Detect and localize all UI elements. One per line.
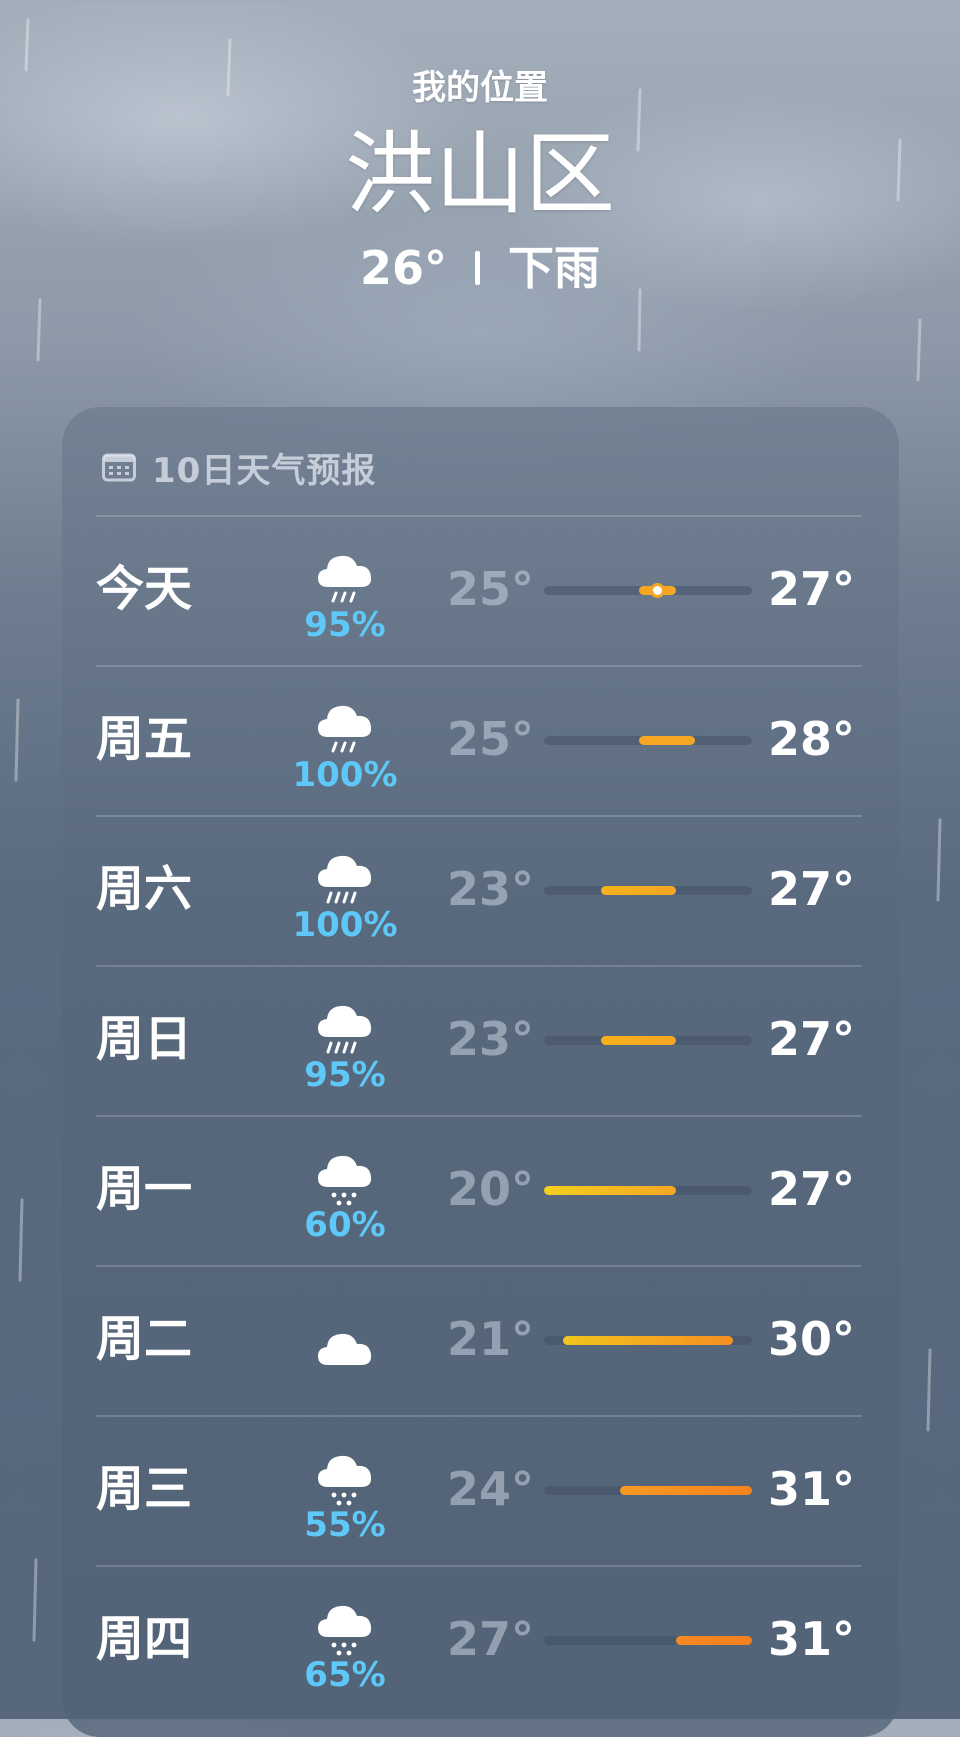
day-label: 周二 bbox=[96, 1311, 193, 1367]
cloud-icon bbox=[314, 1327, 376, 1387]
forecast-header: 10日天气预报 bbox=[102, 437, 376, 497]
temp-range-bar bbox=[544, 736, 752, 745]
row-divider bbox=[96, 515, 862, 517]
low-temp: 23° bbox=[446, 1012, 534, 1066]
temp-range-bar bbox=[544, 1186, 752, 1195]
high-temp: 27° bbox=[768, 1162, 856, 1216]
temp-range-fill bbox=[562, 1336, 734, 1345]
high-temp: 31° bbox=[768, 1612, 856, 1666]
low-temp: 23° bbox=[446, 862, 534, 916]
cloud-rain-icon bbox=[314, 699, 376, 759]
current-temperature: 26° bbox=[359, 241, 447, 295]
cloud-heavy-rain-icon bbox=[314, 849, 376, 909]
row-divider bbox=[96, 1415, 862, 1417]
temp-range-fill bbox=[600, 1036, 677, 1045]
current-temp-dot bbox=[650, 583, 665, 598]
forecast-row[interactable]: 周日 95% 23° 27° bbox=[62, 965, 899, 1115]
temp-range-fill bbox=[676, 1636, 752, 1645]
ten-day-forecast-card[interactable]: 10日天气预报 今天 95% 25° 27° 周五 100% 25° 28° 周六 100% 23°… bbox=[62, 407, 899, 1737]
temp-range-bar bbox=[544, 1636, 752, 1645]
temp-range-bar bbox=[544, 886, 752, 895]
precip-chance: 60% bbox=[304, 1205, 386, 1245]
weather-cell: 100% bbox=[275, 825, 415, 955]
day-label: 周四 bbox=[96, 1611, 193, 1667]
day-label: 周三 bbox=[96, 1461, 193, 1517]
precip-chance: 95% bbox=[304, 1055, 386, 1095]
low-temp: 21° bbox=[446, 1312, 534, 1366]
cloud-rain-icon bbox=[314, 549, 376, 609]
temp-range-bar bbox=[544, 1336, 752, 1345]
row-divider bbox=[96, 1265, 862, 1267]
high-temp: 30° bbox=[768, 1312, 856, 1366]
weather-cell: 65% bbox=[275, 1575, 415, 1705]
precip-chance: 100% bbox=[292, 905, 398, 945]
weather-cell: 95% bbox=[275, 975, 415, 1105]
high-temp: 27° bbox=[768, 862, 856, 916]
weather-cell bbox=[275, 1275, 415, 1405]
low-temp: 25° bbox=[446, 562, 534, 616]
high-temp: 27° bbox=[768, 562, 856, 616]
weather-cell: 60% bbox=[275, 1125, 415, 1255]
separator bbox=[475, 251, 480, 285]
city-name: 洪山区 bbox=[345, 122, 615, 227]
weather-cell: 100% bbox=[275, 675, 415, 805]
row-divider bbox=[96, 1565, 862, 1567]
forecast-title: 10日天气预报 bbox=[152, 450, 377, 491]
row-divider bbox=[96, 665, 862, 667]
forecast-row[interactable]: 周三 55% 24° 31° bbox=[62, 1415, 899, 1565]
day-label: 周一 bbox=[96, 1161, 193, 1217]
row-divider bbox=[96, 1115, 862, 1117]
current-condition: 下雨 bbox=[508, 241, 600, 295]
day-label: 今天 bbox=[96, 561, 193, 617]
high-temp: 28° bbox=[768, 712, 856, 766]
temp-range-bar bbox=[544, 1486, 752, 1495]
precip-chance: 55% bbox=[304, 1505, 386, 1545]
cloud-drizzle-icon bbox=[314, 1449, 376, 1509]
current-conditions: 26° 下雨 bbox=[0, 238, 960, 298]
temp-range-fill bbox=[544, 1186, 677, 1195]
calendar-icon bbox=[102, 452, 136, 482]
temp-range-fill bbox=[638, 736, 696, 745]
row-divider bbox=[96, 965, 862, 967]
low-temp: 27° bbox=[446, 1612, 534, 1666]
forecast-row[interactable]: 周六 100% 23° 27° bbox=[62, 815, 899, 965]
precip-chance: 95% bbox=[304, 605, 386, 645]
high-temp: 27° bbox=[768, 1012, 856, 1066]
forecast-row[interactable]: 周二 21° 30° bbox=[62, 1265, 899, 1415]
forecast-row[interactable]: 周四 65% 27° 31° bbox=[62, 1565, 899, 1715]
day-label: 周日 bbox=[96, 1011, 193, 1067]
day-label: 周五 bbox=[96, 711, 193, 767]
low-temp: 20° bbox=[446, 1162, 534, 1216]
day-label: 周六 bbox=[96, 861, 193, 917]
forecast-row[interactable]: 周一 60% 20° 27° bbox=[62, 1115, 899, 1265]
forecast-row[interactable]: 周五 100% 25° 28° bbox=[62, 665, 899, 815]
cloud-heavy-rain-icon bbox=[314, 999, 376, 1059]
temp-range-bar bbox=[544, 1036, 752, 1045]
cloud-drizzle-icon bbox=[314, 1599, 376, 1659]
high-temp: 31° bbox=[768, 1462, 856, 1516]
row-divider bbox=[96, 815, 862, 817]
low-temp: 25° bbox=[446, 712, 534, 766]
cloud-drizzle-icon bbox=[314, 1149, 376, 1209]
temp-range-fill bbox=[619, 1486, 752, 1495]
weather-cell: 55% bbox=[275, 1425, 415, 1555]
low-temp: 24° bbox=[446, 1462, 534, 1516]
weather-cell: 95% bbox=[275, 525, 415, 655]
precip-chance: 100% bbox=[292, 755, 398, 795]
temp-range-bar bbox=[544, 583, 752, 598]
forecast-row[interactable]: 今天 95% 25° 27° bbox=[62, 515, 899, 665]
my-location-label: 我的位置 bbox=[412, 68, 548, 108]
temp-range-fill bbox=[600, 886, 677, 895]
precip-chance: 65% bbox=[304, 1655, 386, 1695]
